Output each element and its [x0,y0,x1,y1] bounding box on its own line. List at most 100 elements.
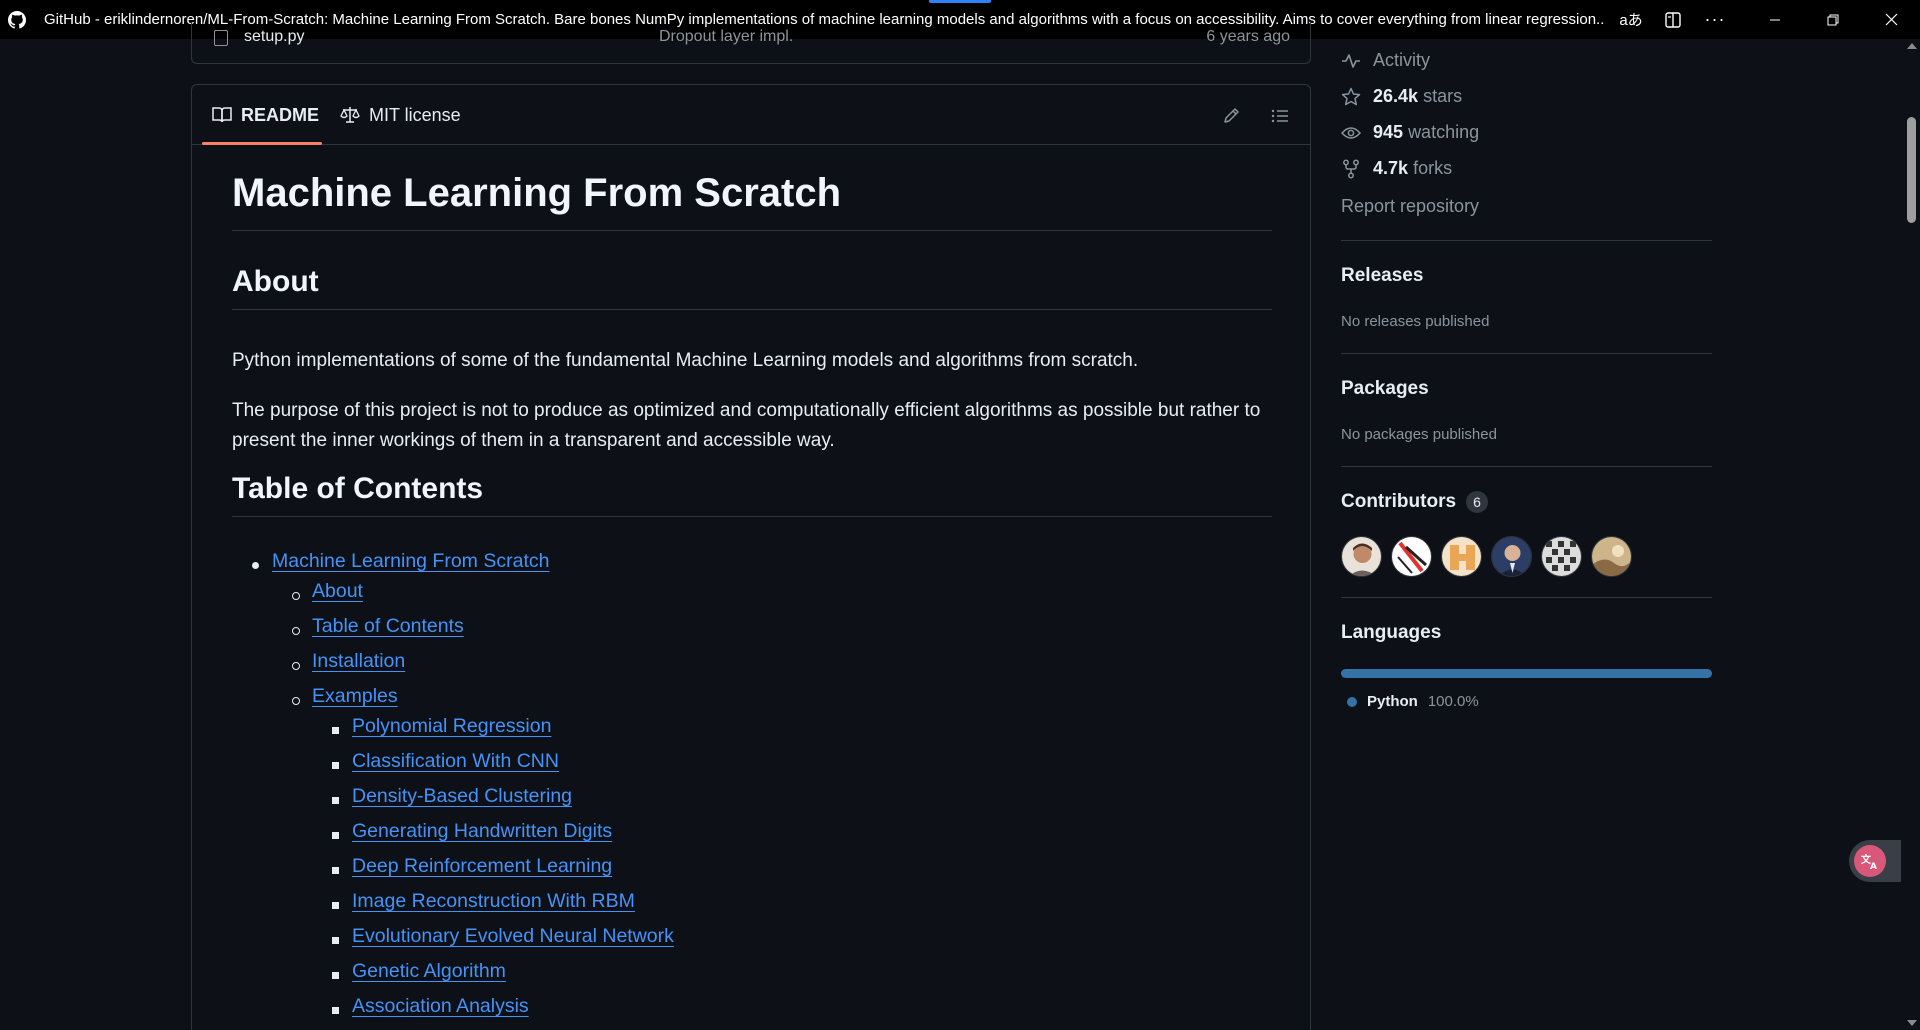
releases-heading-link[interactable]: Releases [1341,265,1423,287]
about-paragraph-1: Python implementations of some of the fu… [232,350,1139,371]
contributors-heading-label: Contributors [1341,491,1457,512]
book-icon [212,107,232,123]
read-aloud-button[interactable]: aあ [1610,0,1652,39]
restore-button[interactable] [1804,0,1862,39]
toc-bullet [292,662,300,670]
toc-bullet [332,937,339,944]
toc-bullet [332,832,339,839]
toc-link-examples[interactable]: Examples [312,685,398,708]
pulse-icon [1341,51,1361,71]
toc-link-installation[interactable]: Installation [312,650,405,673]
star-icon [1341,87,1361,107]
github-logo-icon [8,10,26,29]
toc-link-image-reconstruction-with-rbm[interactable]: Image Reconstruction With RBM [352,890,635,913]
toc-link-classification-with-cnn[interactable]: Classification With CNN [352,750,559,773]
outline-button[interactable] [1267,103,1293,129]
language-name: Python [1367,693,1418,710]
file-icon [214,30,228,46]
toc-link-deep-reinforcement-learning[interactable]: Deep Reinforcement Learning [352,855,612,878]
toc-bullet [292,592,300,600]
forks-label: forks [1413,158,1453,178]
toc-link-genetic-algorithm[interactable]: Genetic Algorithm [352,960,506,983]
tab-readme-label: README [241,104,320,125]
more-dots-icon: ··· [1704,9,1726,29]
toc-bullet [332,867,339,874]
toc-link-polynomial-regression[interactable]: Polynomial Regression [352,715,551,738]
language-percentage: 100.0% [1427,693,1479,710]
file-name-link[interactable]: setup.py [244,28,304,46]
toc-link-table-of-contents[interactable]: Table of Contents [312,615,464,638]
watching-link[interactable]: 945 watching [1341,122,1479,143]
toc-heading: Table of Contents [232,472,1272,517]
avatar[interactable] [1541,536,1582,577]
readme-panel: README MIT license Machine Learning From… [191,84,1311,1030]
toc-link-association-analysis[interactable]: Association Analysis [352,995,529,1018]
tab-license[interactable]: MIT license [340,85,461,145]
file-list-last-row: setup.py Dropout layer impl. 6 years ago [191,22,1311,64]
forks-count: 4.7k [1373,158,1409,178]
avatar[interactable] [1591,536,1632,577]
sidebar-divider [1341,466,1712,467]
stars-link[interactable]: 26.4k stars [1341,86,1462,107]
more-options-button[interactable]: ··· [1694,0,1736,39]
active-tab-underline [202,142,322,145]
tab-indicator [929,0,991,3]
watching-count: 945 [1373,122,1404,142]
law-scale-icon [340,107,360,123]
page-scrollbar[interactable] [1903,39,1920,1030]
readme-title: Machine Learning From Scratch [232,171,1272,231]
releases-empty-text: No releases published [1341,313,1490,330]
commit-time: 6 years ago [1206,28,1290,45]
toc-bullet [332,797,339,804]
eye-icon [1341,123,1361,143]
about-heading: About [232,265,1272,310]
activity-link[interactable]: Activity [1341,50,1430,71]
toc-bullet [292,697,300,705]
toc-link-evolutionary-evolved-neural-network[interactable]: Evolutionary Evolved Neural Network [352,925,674,948]
sidebar-divider [1341,597,1712,598]
toc-bullet [332,902,339,909]
contributors-heading-link[interactable]: Contributors 6 [1341,491,1489,513]
python-color-dot [1347,696,1357,707]
toc-link-root[interactable]: Machine Learning From Scratch [272,550,549,573]
avatar[interactable] [1441,536,1482,577]
list-unordered-icon [1271,109,1288,123]
scrollbar-thumb[interactable] [1907,117,1916,223]
reader-view-icon [1665,11,1681,28]
packages-heading-link[interactable]: Packages [1341,378,1429,400]
report-repository-link[interactable]: Report repository [1341,196,1479,217]
languages-heading: Languages [1341,622,1442,643]
restore-icon [1827,14,1839,25]
scroll-down-arrow-icon[interactable] [1907,1020,1917,1026]
readme-tab-bar: README MIT license [192,85,1310,145]
language-python-link[interactable]: Python 100.0% [1347,693,1479,710]
edit-readme-button[interactable] [1218,103,1244,129]
pencil-icon [1224,108,1239,123]
scroll-up-arrow-icon[interactable] [1907,43,1917,49]
avatar[interactable] [1491,536,1532,577]
toc-link-about[interactable]: About [312,580,363,603]
read-aloud-icon: aあ [1619,12,1643,29]
contributors-count-badge: 6 [1466,491,1489,513]
commit-message-link[interactable]: Dropout layer impl. [659,28,793,46]
toc-link-generating-handwritten-digits[interactable]: Generating Handwritten Digits [352,820,612,843]
contributors-avatars [1341,536,1632,577]
toc-bullet [292,627,300,635]
translate-icon: 文 A [1854,845,1886,877]
minimize-button[interactable] [1746,0,1804,39]
avatar[interactable] [1341,536,1382,577]
toc-link-density-based-clustering[interactable]: Density-Based Clustering [352,785,572,808]
close-icon [1885,13,1897,26]
close-button[interactable] [1862,0,1920,39]
repo-forked-icon [1341,159,1361,179]
tab-readme[interactable]: README [212,85,319,145]
avatar[interactable] [1391,536,1432,577]
sidebar-divider [1341,240,1712,241]
immersive-reader-button[interactable] [1652,0,1694,39]
toc-bullet [332,727,339,734]
toc-bullet [252,562,259,569]
toc-bullet [332,762,339,769]
toc-bullet [332,972,339,979]
translate-floating-button[interactable]: 文 A [1849,840,1901,882]
forks-link[interactable]: 4.7k forks [1341,158,1452,179]
